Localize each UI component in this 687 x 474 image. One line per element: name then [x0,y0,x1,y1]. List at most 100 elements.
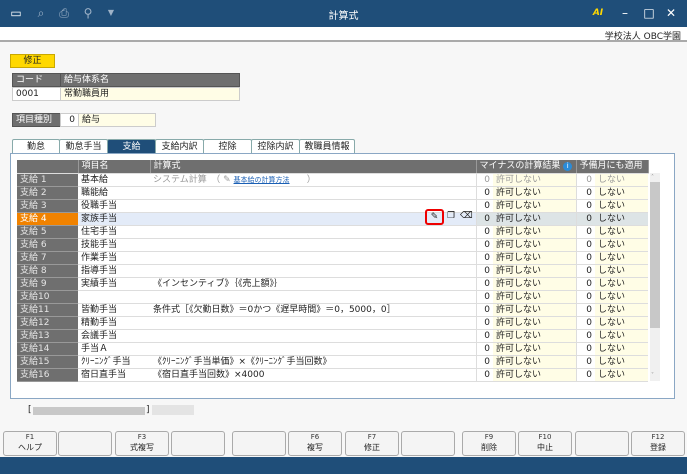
scroll-down-icon[interactable]: ˅ [651,372,654,379]
close-icon[interactable]: ✕ [663,5,679,21]
table-row[interactable]: 支給 4 家族手当 0 許可しない 0 しない [17,212,648,226]
fkey-button-12[interactable]: F12 登録 [631,431,685,456]
fkey-button-5[interactable] [232,431,286,456]
formula-cell[interactable] [150,290,476,304]
minus-code-cell[interactable]: 0 [475,186,493,200]
yobi-code-cell[interactable]: 0 [575,316,595,330]
eraser-icon[interactable]: ⌫ [460,211,473,221]
yobi-code-cell[interactable]: 0 [575,368,595,382]
formula-cell[interactable]: 《インセンティブ》｛《売上額》｝ [150,277,476,291]
tab-shikyu[interactable]: 支給 [107,139,156,154]
yobi-code-cell[interactable]: 0 [575,329,595,343]
tab-shikyu-uchiwake[interactable]: 支給内訳 [155,139,204,154]
copy-icon[interactable]: ❐ [447,211,455,221]
row-label[interactable]: 支給12 [17,316,78,330]
minus-code-cell[interactable]: 0 [475,251,493,265]
tab-kojo[interactable]: 控除 [203,139,252,154]
formula-cell[interactable] [150,251,476,265]
table-row[interactable]: 支給 2 職能給 0 許可しない 0 しない [17,186,648,200]
minus-code-cell[interactable]: 0 [475,342,493,356]
minus-code-cell[interactable]: 0 [475,199,493,213]
minus-code-cell[interactable]: 0 [475,368,493,382]
minus-code-cell[interactable]: 0 [475,238,493,252]
tab-kojo-uchiwake[interactable]: 控除内訳 [251,139,300,154]
scroll-up-icon[interactable]: ˄ [651,174,654,181]
row-label[interactable]: 支給 6 [17,238,78,252]
row-label[interactable]: 支給14 [17,342,78,356]
yobi-code-cell[interactable]: 0 [575,355,595,369]
yobi-code-cell[interactable]: 0 [575,225,595,239]
minus-code-cell[interactable]: 0 [475,212,493,226]
formula-cell[interactable]: 《宿日直手当回数》×4000 [150,368,476,382]
fkey-button-7[interactable]: F7 修正 [345,431,399,456]
row-label[interactable]: 支給 1 [17,173,78,187]
maximize-icon[interactable]: □ [641,5,657,21]
fkey-button-6[interactable]: F6 複写 [288,431,342,456]
yobi-code-cell[interactable]: 0 [575,342,595,356]
info-icon[interactable]: i [563,162,573,172]
tab-staff-info[interactable]: 教職員情報 [299,139,355,154]
minus-code-cell[interactable]: 0 [475,173,493,187]
minus-code-cell[interactable]: 0 [475,290,493,304]
table-row[interactable]: 支給11 皆勤手当 条件式［《欠勤日数》＝0かつ《遅早時間》＝0，5000，0］ … [17,303,648,317]
table-row[interactable]: 支給13 会議手当 0 許可しない 0 しない [17,329,648,343]
yobi-code-cell[interactable]: 0 [575,277,595,291]
item-type-code[interactable]: 0 [60,113,79,127]
fkey-button-8[interactable] [401,431,455,456]
formula-cell[interactable] [150,329,476,343]
fkey-button-11[interactable] [575,431,629,456]
scrollbar-thumb[interactable] [650,182,660,328]
yobi-code-cell[interactable]: 0 [575,264,595,278]
tab-kintai[interactable]: 勤怠 [12,139,60,154]
formula-cell[interactable]: 《ｸﾘｰﾆﾝｸﾞ手当単価》×《ｸﾘｰﾆﾝｸﾞ手当回数》 [150,355,476,369]
yobi-code-cell[interactable]: 0 [575,238,595,252]
minus-code-cell[interactable]: 0 [475,316,493,330]
minus-code-cell[interactable]: 0 [475,303,493,317]
row-label[interactable]: 支給 4 [17,212,78,226]
row-label[interactable]: 支給 3 [17,199,78,213]
minus-code-cell[interactable]: 0 [475,264,493,278]
yobi-code-cell[interactable]: 0 [575,173,595,187]
table-row[interactable]: 支給 6 技能手当 0 許可しない 0 しない [17,238,648,252]
table-row[interactable]: 支給 8 指導手当 0 許可しない 0 しない [17,264,648,278]
table-row[interactable]: 支給 3 役職手当 0 許可しない 0 しない [17,199,648,213]
row-label[interactable]: 支給 5 [17,225,78,239]
formula-cell[interactable] [150,225,476,239]
tab-kintai-teate[interactable]: 勤怠手当 [59,139,108,154]
minus-code-cell[interactable]: 0 [475,277,493,291]
table-row[interactable]: 支給12 精勤手当 0 許可しない 0 しない [17,316,648,330]
fkey-button-9[interactable]: F9 削除 [462,431,516,456]
yobi-code-cell[interactable]: 0 [575,186,595,200]
row-label[interactable]: 支給10 [17,290,78,304]
row-label[interactable]: 支給 7 [17,251,78,265]
yobi-code-cell[interactable]: 0 [575,290,595,304]
base-salary-calc-link[interactable]: 基本給の計算方法 [234,176,290,184]
fkey-button-3[interactable]: F3 式複写 [115,431,169,456]
formula-cell[interactable] [150,238,476,252]
edit-formula-button[interactable]: ✎ [425,209,444,225]
row-label[interactable]: 支給15 [17,355,78,369]
minimize-icon[interactable]: – [617,5,633,21]
row-label[interactable]: 支給 9 [17,277,78,291]
table-row[interactable]: 支給 1 基本給 システム計算 （ ✎ 基本給の計算方法 ） 0 許可しない 0 … [17,173,648,187]
formula-cell[interactable] [150,264,476,278]
yobi-code-cell[interactable]: 0 [575,251,595,265]
fkey-button-1[interactable]: F1 ヘルプ [3,431,57,456]
fkey-button-2[interactable] [58,431,112,456]
code-value[interactable]: 0001 [12,87,61,101]
row-label[interactable]: 支給 2 [17,186,78,200]
row-label[interactable]: 支給13 [17,329,78,343]
table-row[interactable]: 支給15 ｸﾘｰﾆﾝｸﾞ手当 《ｸﾘｰﾆﾝｸﾞ手当単価》×《ｸﾘｰﾆﾝｸﾞ手当回数… [17,355,648,369]
formula-cell[interactable] [150,316,476,330]
yobi-code-cell[interactable]: 0 [575,303,595,317]
yobi-code-cell[interactable]: 0 [575,212,595,226]
table-row[interactable]: 支給 9 実績手当 《インセンティブ》｛《売上額》｝ 0 許可しない 0 しない [17,277,648,291]
fkey-button-10[interactable]: F10 中止 [518,431,572,456]
minus-code-cell[interactable]: 0 [475,225,493,239]
table-row[interactable]: 支給 5 住宅手当 0 許可しない 0 しない [17,225,648,239]
formula-cell[interactable]: システム計算 （ ✎ 基本給の計算方法 ） [150,173,476,187]
table-row[interactable]: 支給10 0 許可しない 0 しない [17,290,648,304]
formula-cell[interactable] [150,342,476,356]
row-label[interactable]: 支給16 [17,368,78,382]
formula-cell[interactable] [150,186,476,200]
